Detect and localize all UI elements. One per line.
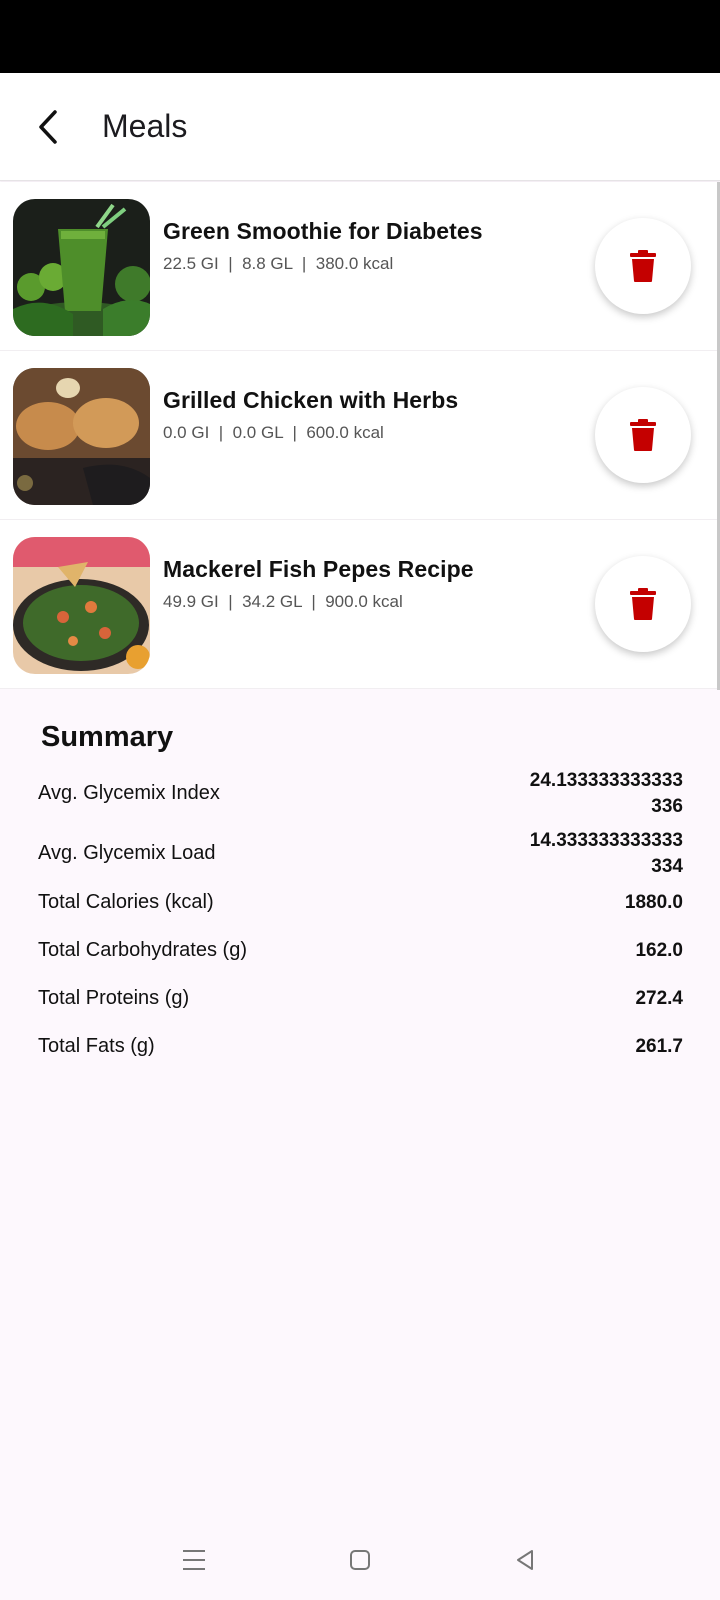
- nav-home-button[interactable]: [338, 1538, 382, 1582]
- summary-value: 24.133333333333336: [529, 770, 683, 817]
- summary-label: Avg. Glycemix Index: [38, 782, 220, 804]
- system-nav-bar: [0, 1520, 720, 1600]
- meal-image-smoothie: [13, 199, 150, 336]
- summary-value: 162.0: [635, 940, 683, 961]
- delete-meal-button[interactable]: [595, 556, 691, 652]
- status-bar: [0, 0, 720, 73]
- summary-label: Total Fats (g): [38, 1035, 155, 1057]
- meal-name: Green Smoothie for Diabetes: [163, 218, 483, 244]
- meal-list: Green Smoothie for Diabetes 22.5 GI | 8.…: [0, 182, 720, 689]
- meal-image-mackerel: [13, 537, 150, 674]
- meal-stats: 22.5 GI | 8.8 GL | 380.0 kcal: [163, 254, 394, 273]
- arrow-back-icon: [39, 109, 57, 144]
- meal-card[interactable]: Green Smoothie for Diabetes 22.5 GI | 8.…: [0, 182, 720, 351]
- summary-row-avg-gl: Avg. Glycemix Load 14.333333333333334: [38, 828, 683, 884]
- meal-info: Grilled Chicken with Herbs 0.0 GI | 0.0 …: [163, 387, 458, 443]
- summary-label: Total Carbohydrates (g): [38, 939, 247, 961]
- summary-label: Total Calories (kcal): [38, 891, 214, 913]
- meal-info: Green Smoothie for Diabetes 22.5 GI | 8.…: [163, 218, 483, 274]
- back-triangle-icon: [517, 1550, 533, 1570]
- summary-value: 261.7: [635, 1036, 683, 1057]
- home-square-icon: [350, 1550, 370, 1570]
- summary-value: 14.333333333333334: [529, 830, 683, 877]
- app-bar: Meals: [0, 73, 720, 181]
- summary-row-proteins: Total Proteins (g) 272.4: [38, 987, 683, 1017]
- page-title: Meals: [102, 108, 188, 144]
- back-button[interactable]: [18, 97, 78, 157]
- summary-row-fats: Total Fats (g) 261.7: [38, 1035, 683, 1065]
- trash-icon: [630, 588, 656, 620]
- summary-value: 1880.0: [624, 892, 683, 913]
- nav-back-button[interactable]: [503, 1538, 547, 1582]
- trash-icon: [630, 250, 656, 282]
- delete-meal-button[interactable]: [595, 387, 691, 483]
- meal-name: Grilled Chicken with Herbs: [163, 387, 459, 413]
- summary-title: Summary: [41, 721, 174, 753]
- meal-name: Mackerel Fish Pepes Recipe: [163, 556, 474, 582]
- meal-card[interactable]: Mackerel Fish Pepes Recipe 49.9 GI | 34.…: [0, 520, 720, 689]
- meal-stats: 0.0 GI | 0.0 GL | 600.0 kcal: [163, 423, 384, 442]
- summary-label: Avg. Glycemix Load: [38, 842, 216, 864]
- summary-row-avg-gi: Avg. Glycemix Index 24.133333333333336: [38, 768, 683, 824]
- delete-meal-button[interactable]: [595, 218, 691, 314]
- summary-label: Total Proteins (g): [38, 987, 190, 1009]
- trash-icon: [630, 419, 656, 451]
- meal-info: Mackerel Fish Pepes Recipe 49.9 GI | 34.…: [163, 556, 474, 612]
- meal-card[interactable]: Grilled Chicken with Herbs 0.0 GI | 0.0 …: [0, 351, 720, 520]
- summary-value: 272.4: [635, 988, 683, 1009]
- summary-row-carbs: Total Carbohydrates (g) 162.0: [38, 939, 683, 969]
- menu-icon: [183, 1550, 205, 1570]
- meal-stats: 49.9 GI | 34.2 GL | 900.0 kcal: [163, 592, 403, 611]
- nav-menu-button[interactable]: [172, 1538, 216, 1582]
- meal-image-chicken: [13, 368, 150, 505]
- summary-row-calories: Total Calories (kcal) 1880.0: [38, 891, 683, 921]
